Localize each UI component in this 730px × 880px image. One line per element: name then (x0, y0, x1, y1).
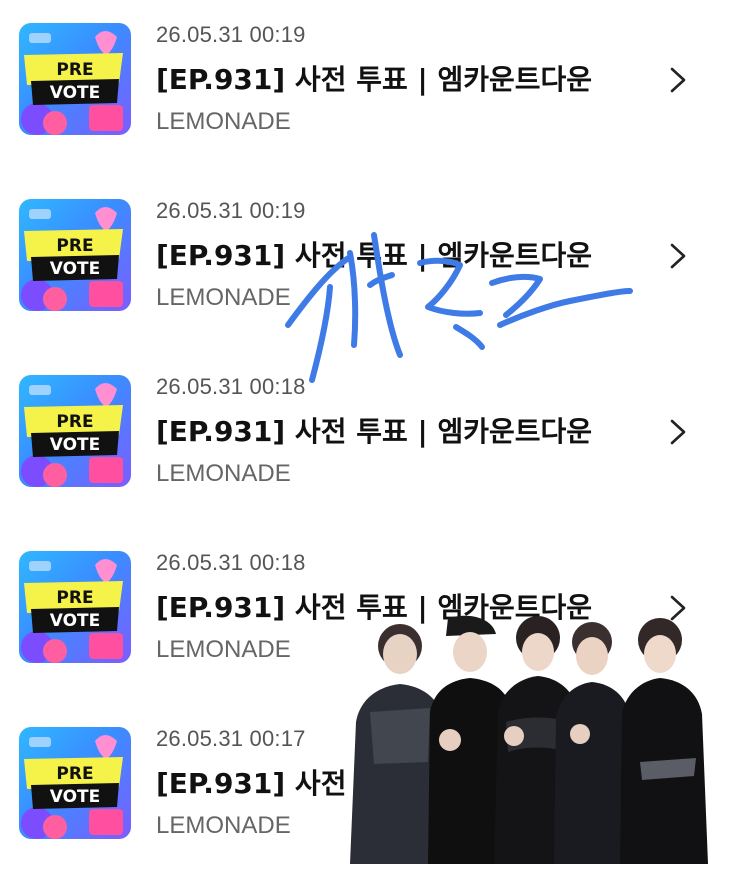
thumb-text-pre: PRE (56, 764, 93, 784)
item-artist: LEMONADE (156, 812, 291, 839)
item-artist: LEMONADE (156, 636, 291, 663)
chevron-right-icon[interactable] (664, 416, 692, 448)
item-artist: LEMONADE (156, 460, 291, 487)
pre-vote-icon: PRE VOTE (21, 31, 123, 135)
item-title: [EP.931] 사전 투표 | 엠카운트다운 (156, 239, 593, 272)
item-title: [EP.931] 사전 투표 | 엠카운트다운 (156, 63, 593, 96)
chevron-right-icon[interactable] (664, 240, 692, 272)
thumb-text-pre: PRE (56, 588, 93, 608)
thumb-text-vote: VOTE (50, 787, 101, 807)
item-title: [EP.931] 사전 투표 | 엠카운트다운 (156, 415, 593, 448)
group-photo (350, 615, 708, 864)
item-date: 26.05.31 00:19 (156, 198, 306, 223)
item-date: 26.05.31 00:18 (156, 374, 306, 399)
thumb-text-pre: PRE (56, 236, 93, 256)
pre-vote-thumbnail: PRE VOTE (19, 375, 131, 487)
pre-vote-thumbnail: PRE VOTE (19, 727, 131, 839)
pre-vote-thumbnail: PRE VOTE (19, 23, 131, 135)
thumb-text-vote: VOTE (50, 83, 101, 103)
pre-vote-thumbnail: PRE VOTE (19, 199, 131, 311)
thumb-text-pre: PRE (56, 412, 93, 432)
thumb-text-vote: VOTE (50, 259, 101, 279)
item-date: 26.05.31 00:18 (156, 550, 306, 575)
pre-vote-icon: PRE VOTE (21, 383, 123, 487)
pre-vote-thumbnail: PRE VOTE (19, 551, 131, 663)
pre-vote-icon: PRE VOTE (21, 735, 123, 839)
chevron-right-icon[interactable] (664, 64, 692, 96)
list-item[interactable]: PRE VOTE 26.05.31 00:18 [EP.931] 사전 투표 |… (0, 352, 730, 528)
pre-vote-icon: PRE VOTE (21, 207, 123, 311)
list-item[interactable]: PRE VOTE 26.05.31 00:19 [EP.931] 사전 투표 |… (0, 176, 730, 352)
item-artist: LEMONADE (156, 284, 291, 311)
thumb-text-vote: VOTE (50, 611, 101, 631)
thumb-text-pre: PRE (56, 60, 93, 80)
item-date: 26.05.31 00:19 (156, 22, 306, 47)
item-date: 26.05.31 00:17 (156, 726, 306, 751)
thumb-text-vote: VOTE (50, 435, 101, 455)
item-artist: LEMONADE (156, 108, 291, 135)
list-item[interactable]: PRE VOTE 26.05.31 00:19 [EP.931] 사전 투표 |… (0, 0, 730, 176)
pre-vote-icon: PRE VOTE (21, 559, 123, 663)
